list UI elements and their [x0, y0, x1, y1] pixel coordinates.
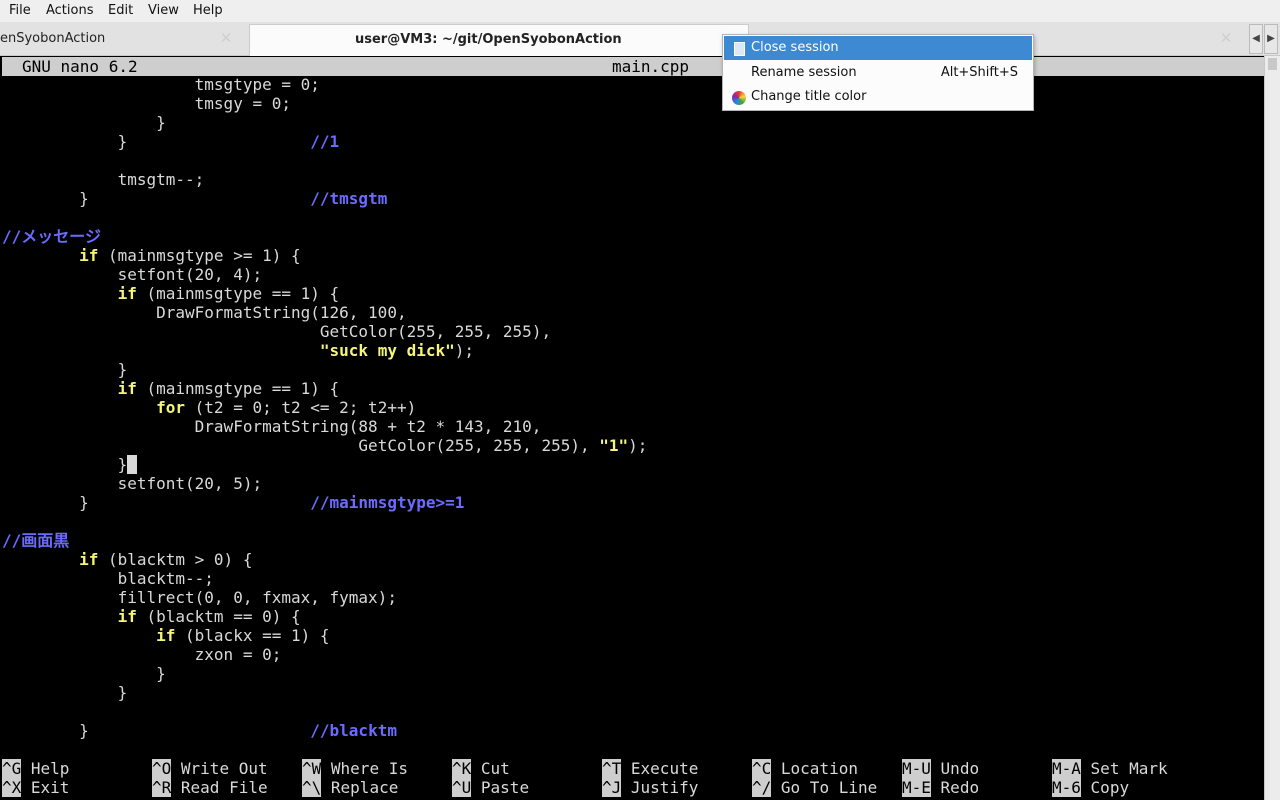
- code-line: } //blacktm: [79, 721, 397, 740]
- code-line: blacktm--;: [117, 569, 214, 588]
- code-line: tmsgtype = 0;: [194, 75, 320, 94]
- close-icon[interactable]: ✕: [219, 29, 233, 47]
- shortcut-replace: ^\ Replace: [302, 778, 399, 797]
- terminal-view[interactable]: GNU nano 6.2 main.cpp tmsgtype = 0; tmsg…: [0, 56, 1264, 800]
- tab-context-menu: Close session Rename session Alt+Shift+S…: [722, 34, 1034, 111]
- code-line: //メッセージ: [2, 227, 101, 246]
- code-line: if (mainmsgtype == 1) {: [117, 379, 340, 398]
- code-line: } //tmsgtm: [79, 189, 388, 208]
- shortcut-where-is: ^W Where Is: [302, 759, 408, 778]
- shortcut-justify: ^J Justify: [602, 778, 699, 797]
- code-line: if (blacktm > 0) {: [79, 550, 253, 569]
- shortcut-help: ^G Help: [2, 759, 70, 778]
- code-line: tmsgtm--;: [117, 170, 205, 189]
- code-line: GetColor(255, 255, 255), "1");: [358, 436, 648, 455]
- code-line: "suck my dick");: [319, 341, 475, 360]
- menu-view[interactable]: View: [148, 3, 179, 18]
- shortcut-exit: ^X Exit: [2, 778, 70, 797]
- text-cursor: [127, 455, 137, 474]
- shortcut-paste: ^U Paste: [452, 778, 530, 797]
- code-line: }: [117, 683, 128, 702]
- code-line: if (blacktm == 0) {: [117, 607, 301, 626]
- code-line: DrawFormatString(126, 100,: [156, 303, 407, 322]
- nano-titlebar: GNU nano 6.2 main.cpp: [2, 57, 1264, 76]
- code-line: }: [156, 664, 166, 683]
- scrollbar-thumb[interactable]: [1268, 58, 1277, 70]
- shortcut-undo: M-U Undo: [902, 759, 980, 778]
- menu-item-label: Change title color: [751, 89, 867, 104]
- shortcut-set-mark: M-A Set Mark: [1052, 759, 1168, 778]
- code-line: setfont(20, 5);: [117, 474, 263, 493]
- shortcut-read-file: ^R Read File: [152, 778, 268, 797]
- tab-label: user@VM3: ~/git/OpenSyobonAction: [355, 32, 622, 47]
- menu-item-label: Close session: [751, 40, 839, 55]
- menu-item-rename-session[interactable]: Rename session Alt+Shift+S: [724, 61, 1032, 85]
- code-line: setfont(20, 4);: [117, 265, 263, 284]
- tab-opensyobon[interactable]: enSyobonAction ✕: [0, 24, 247, 55]
- shortcut-write-out: ^O Write Out: [152, 759, 268, 778]
- menu-file[interactable]: File: [9, 3, 31, 18]
- nano-filename: main.cpp: [612, 57, 690, 76]
- code-line: if (mainmsgtype == 1) {: [117, 284, 340, 303]
- shortcut-location: ^C Location: [752, 759, 858, 778]
- menu-item-close-session[interactable]: Close session: [724, 36, 1032, 60]
- tab-bar: enSyobonAction ✕ user@VM3: ~/git/OpenSyo…: [0, 22, 1280, 56]
- tab-label: enSyobonAction: [0, 31, 106, 46]
- code-line: DrawFormatString(88 + t2 * 143, 210,: [194, 417, 542, 436]
- code-line: if (blackx == 1) {: [156, 626, 330, 645]
- menu-item-change-title-color[interactable]: Change title color: [724, 85, 1032, 109]
- shortcut-copy: M-6 Copy: [1052, 778, 1130, 797]
- nano-version: GNU nano 6.2: [22, 57, 138, 76]
- code-line: for (t2 = 0; t2 <= 2; t2++): [156, 398, 417, 417]
- code-line: //画面黒: [2, 531, 70, 550]
- code-line: } //1: [117, 132, 340, 151]
- menu-edit[interactable]: Edit: [108, 3, 133, 18]
- code-line: }: [2, 455, 137, 474]
- shortcut-go-to-line: ^/ Go To Line: [752, 778, 878, 797]
- tab-scroll-left-button[interactable]: ◀: [1249, 24, 1263, 54]
- shortcut-redo: M-E Redo: [902, 778, 980, 797]
- code-line: GetColor(255, 255, 255),: [319, 322, 552, 341]
- close-icon[interactable]: ✕: [1219, 29, 1233, 47]
- menu-actions[interactable]: Actions: [46, 3, 94, 18]
- code-line: }: [117, 360, 128, 379]
- shortcut-cut: ^K Cut: [452, 759, 510, 778]
- menu-item-shortcut: Alt+Shift+S: [940, 65, 1018, 80]
- code-line: }: [156, 113, 166, 132]
- vertical-scrollbar[interactable]: [1264, 56, 1280, 800]
- menu-bar: File Actions Edit View Help: [0, 0, 1280, 22]
- code-line: if (mainmsgtype >= 1) {: [79, 246, 301, 265]
- tab-active-session[interactable]: user@VM3: ~/git/OpenSyobonAction: [249, 24, 749, 56]
- menu-help[interactable]: Help: [193, 3, 223, 18]
- code-line: fillrect(0, 0, fxmax, fymax);: [117, 588, 397, 607]
- code-line: } //mainmsgtype>=1: [79, 493, 465, 512]
- code-line: zxon = 0;: [194, 645, 282, 664]
- shortcut-execute: ^T Execute: [602, 759, 699, 778]
- menu-item-label: Rename session: [751, 65, 857, 80]
- document-icon: [734, 42, 745, 56]
- tab-scroll-right-button[interactable]: ▶: [1264, 24, 1278, 54]
- code-line: tmsgy = 0;: [194, 94, 291, 113]
- color-wheel-icon: [732, 91, 746, 105]
